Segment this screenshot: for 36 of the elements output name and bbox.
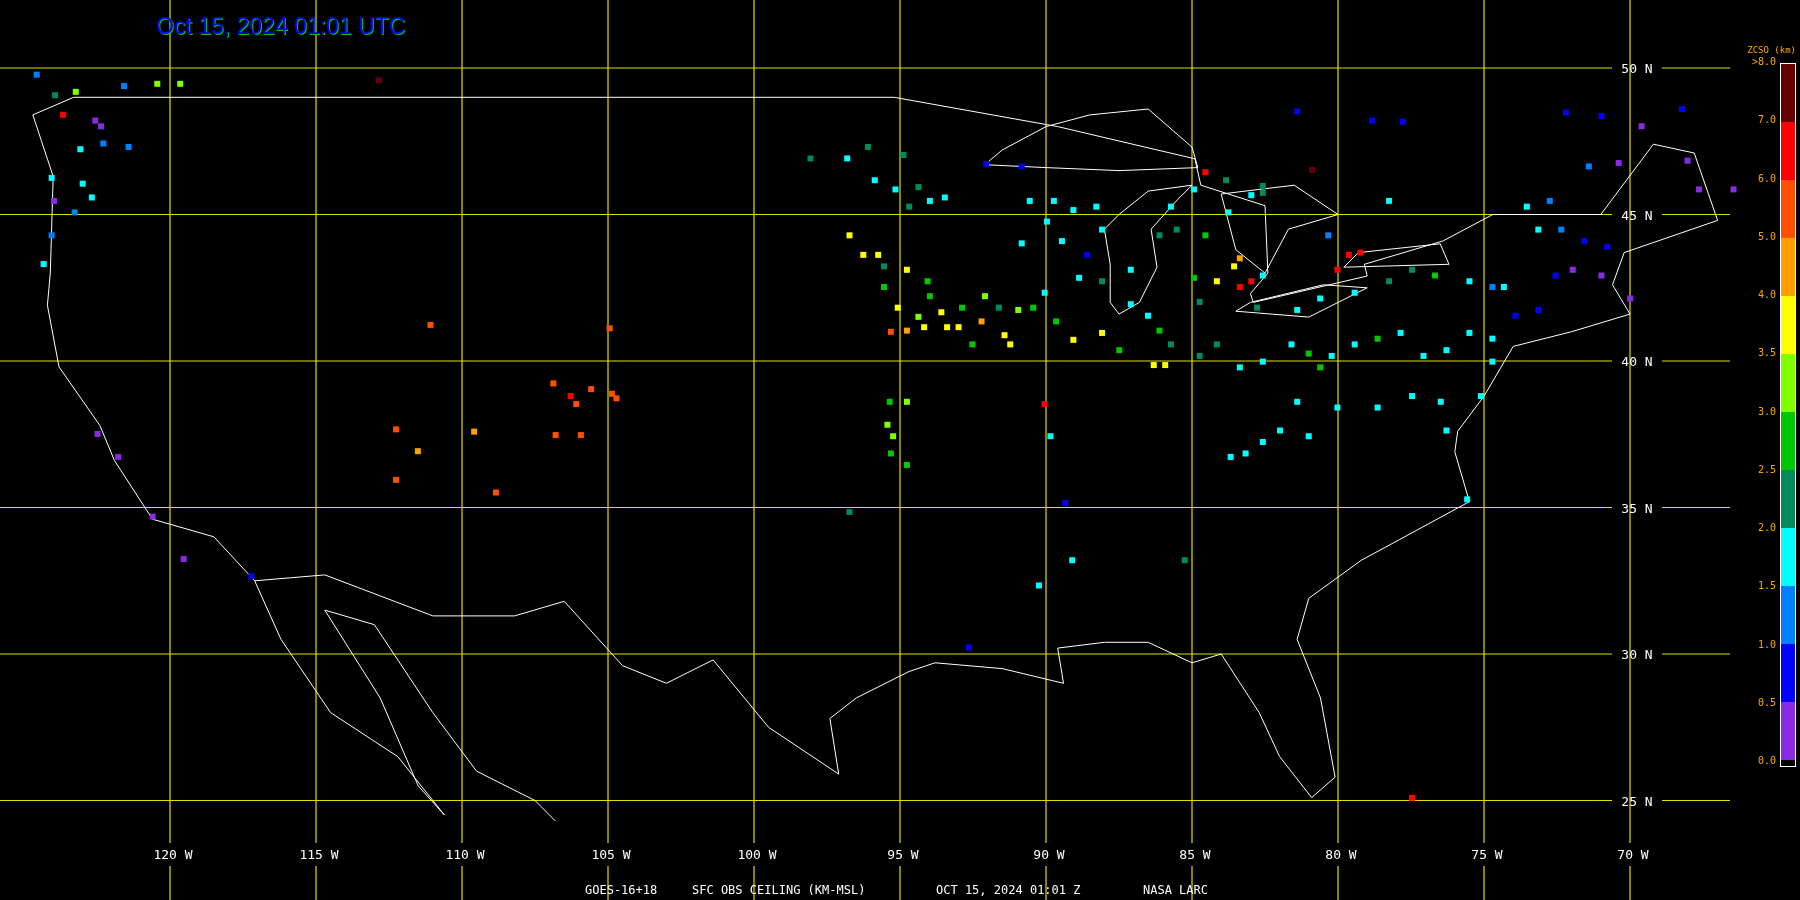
longitude-label: 115 W <box>299 847 339 862</box>
longitude-label: 110 W <box>445 847 485 862</box>
legend-label: 5.0 <box>1757 230 1776 243</box>
longitude-label: 85 W <box>1179 847 1211 862</box>
longitude-label: 120 W <box>153 847 193 862</box>
latitude-label: 50 N <box>1621 61 1653 76</box>
longitude-label: 70 W <box>1617 847 1649 862</box>
legend-label: 6.0 <box>1757 172 1776 185</box>
legend-label: >8.0 <box>1751 56 1776 68</box>
longitude-label: 95 W <box>887 847 919 862</box>
latitude-label: 35 N <box>1621 500 1653 516</box>
caption-text: OCT 15, 2024 01:01 Z <box>936 883 1081 897</box>
latitude-label: 25 N <box>1621 793 1653 809</box>
longitude-label: 105 W <box>591 847 631 862</box>
timestamp-title: Oct 15, 2024 01:01 UTC <box>156 13 406 40</box>
caption-text: GOES-16+18 <box>585 883 658 897</box>
legend-label: 1.0 <box>1757 638 1776 651</box>
caption-text: NASA LARC <box>1143 883 1209 897</box>
legend-label: 0.0 <box>1757 755 1776 767</box>
legend-title: ZCSO (km) <box>1747 44 1796 57</box>
longitude-label: 80 W <box>1325 847 1357 862</box>
longitude-label: 75 W <box>1471 847 1503 862</box>
legend-label: 4.0 <box>1757 289 1776 301</box>
legend-label: 2.0 <box>1757 522 1776 534</box>
longitude-label: 90 W <box>1033 847 1065 862</box>
legend-label: 3.0 <box>1757 405 1776 418</box>
legend-label: 2.5 <box>1757 463 1776 476</box>
legend-label: 0.5 <box>1757 696 1776 709</box>
legend-label: 1.5 <box>1757 580 1776 593</box>
caption-text: SFC OBS CEILING (KM-MSL) <box>692 883 866 897</box>
legend-label: 3.5 <box>1757 347 1776 360</box>
legend-label: 7.0 <box>1757 114 1776 127</box>
latitude-label: 30 N <box>1621 647 1653 662</box>
latitude-label: 45 N <box>1621 207 1653 223</box>
latitude-label: 40 N <box>1621 354 1653 369</box>
longitude-label: 100 W <box>737 847 777 862</box>
